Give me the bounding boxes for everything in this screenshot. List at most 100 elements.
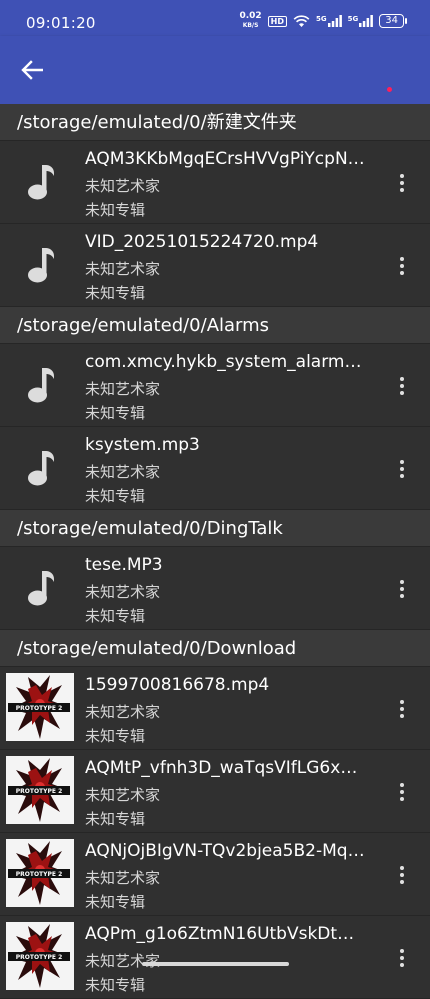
music-note-icon — [28, 368, 54, 403]
track-album: 未知专辑 — [85, 607, 146, 625]
track-album: 未知专辑 — [85, 810, 146, 828]
status-time: 09:01:20 — [26, 14, 96, 32]
dot-icon — [400, 587, 404, 591]
track-artist: 未知艺术家 — [85, 703, 161, 721]
track-thumbnail — [20, 567, 62, 609]
more-options-button[interactable] — [388, 857, 416, 893]
back-button[interactable] — [14, 50, 50, 90]
more-options-button[interactable] — [388, 165, 416, 201]
track-album: 未知专辑 — [85, 976, 146, 994]
track-row[interactable]: tese.MP3 未知艺术家未知专辑 — [0, 547, 430, 630]
track-artist: 未知艺术家 — [85, 583, 161, 601]
dot-icon — [400, 707, 404, 711]
track-row[interactable]: com.xmcy.hykb_system_alarm.mp3 未知艺术家 未知专辑 — [0, 344, 430, 427]
dot-icon — [400, 963, 404, 967]
file-list: /storage/emulated/0/新建文件夹 AQM3KKbMgqECrsH… — [0, 104, 430, 999]
dot-icon — [400, 714, 404, 718]
svg-text:PROTOTYPE 2: PROTOTYPE 2 — [16, 871, 63, 878]
dot-icon — [400, 880, 404, 884]
album-art-image: PROTOTYPE 2 — [6, 839, 74, 907]
track-artist: 未知艺术家 — [85, 380, 161, 398]
dot-icon — [400, 474, 404, 478]
dot-icon — [400, 391, 404, 395]
music-note-icon — [28, 165, 54, 200]
album-art-image: PROTOTYPE 2 — [6, 922, 74, 990]
track-artist: 未知艺术家 — [85, 177, 161, 195]
more-options-button[interactable] — [388, 248, 416, 284]
track-artist: 未知艺术家 — [85, 786, 161, 804]
track-row[interactable]: ksystem.mp3 未知艺术家未知专辑 — [0, 427, 430, 510]
more-options-button[interactable] — [388, 368, 416, 404]
track-thumbnail — [20, 364, 62, 406]
track-row[interactable]: PROTOTYPE 2 AQPm_g1o6ZtmN16UtbVskDtRqwN.m… — [0, 916, 430, 999]
more-options-button[interactable] — [388, 940, 416, 976]
track-title: tese.MP3 — [85, 555, 163, 575]
track-artist: 未知艺术家 — [85, 260, 161, 278]
track-row[interactable]: VID_20251015224720.mp4 未知艺术家未知专辑 — [0, 224, 430, 307]
track-row[interactable]: PROTOTYPE 2 1599700816678.mp4 未知艺术家 未知专辑 — [0, 667, 430, 750]
album-art-image: PROTOTYPE 2 — [6, 756, 74, 824]
track-thumbnail: PROTOTYPE 2 — [6, 756, 74, 824]
music-note-icon — [28, 248, 54, 283]
dot-icon — [400, 873, 404, 877]
track-album: 未知专辑 — [85, 284, 146, 302]
folder-header: /storage/emulated/0/DingTalk — [0, 510, 430, 547]
folder-header: /storage/emulated/0/Alarms — [0, 307, 430, 344]
battery-icon: 34 — [379, 14, 407, 28]
music-note-icon — [28, 451, 54, 486]
dot-icon — [400, 797, 404, 801]
track-artist: 未知艺术家 — [85, 952, 161, 970]
track-artist: 未知艺术家 — [85, 463, 161, 481]
svg-text:PROTOTYPE 2: PROTOTYPE 2 — [16, 954, 63, 961]
network-speed: 0.02 KB/S — [239, 11, 262, 30]
track-title: VID_20251015224720.mp4 — [85, 232, 319, 252]
dot-icon — [400, 257, 404, 261]
more-options-button[interactable] — [388, 571, 416, 607]
more-options-button[interactable] — [388, 774, 416, 810]
track-artist: 未知艺术家 — [85, 869, 161, 887]
track-album: 未知专辑 — [85, 201, 146, 219]
more-options-button[interactable] — [388, 451, 416, 487]
folder-header: /storage/emulated/0/新建文件夹 — [0, 104, 430, 141]
arrow-left-icon — [21, 60, 43, 80]
track-title: AQM3KKbMgqECrsHVVgPiYcpNKzQ — [85, 149, 365, 169]
dot-icon — [400, 174, 404, 178]
track-thumbnail — [20, 161, 62, 203]
track-thumbnail: PROTOTYPE 2 — [6, 922, 74, 990]
track-title: AQPm_g1o6ZtmN16UtbVskDtRqwN.mp4 — [85, 924, 365, 944]
dot-icon — [400, 264, 404, 268]
track-thumbnail — [20, 244, 62, 286]
dot-icon — [400, 956, 404, 960]
dot-icon — [400, 377, 404, 381]
wifi-icon — [293, 14, 310, 27]
svg-text:PROTOTYPE 2: PROTOTYPE 2 — [16, 788, 63, 795]
track-title: ksystem.mp3 — [85, 435, 200, 455]
music-note-icon — [28, 571, 54, 606]
track-row[interactable]: AQM3KKbMgqECrsHVVgPiYcpNKzQ 未知艺术家未知专辑 — [0, 141, 430, 224]
track-row[interactable]: PROTOTYPE 2 AQMtP_vfnh3D_waTqsVIfLG6xYz.m… — [0, 750, 430, 833]
folder-header: /storage/emulated/0/Download — [0, 630, 430, 667]
dot-icon — [400, 271, 404, 275]
dot-icon — [400, 594, 404, 598]
track-thumbnail: PROTOTYPE 2 — [6, 839, 74, 907]
dot-icon — [400, 384, 404, 388]
track-thumbnail — [20, 447, 62, 489]
hd-badge: HD — [267, 15, 288, 27]
dot-icon — [400, 181, 404, 185]
home-indicator[interactable] — [142, 962, 289, 966]
svg-text:PROTOTYPE 2: PROTOTYPE 2 — [16, 705, 63, 712]
more-options-button[interactable] — [388, 691, 416, 727]
track-title: AQMtP_vfnh3D_waTqsVIfLG6xYz.mp4 — [85, 758, 365, 778]
track-album: 未知专辑 — [85, 404, 146, 422]
dot-icon — [400, 949, 404, 953]
track-album: 未知专辑 — [85, 487, 146, 505]
dot-icon — [400, 188, 404, 192]
dot-icon — [400, 790, 404, 794]
dot-icon — [400, 460, 404, 464]
app-bar — [0, 36, 430, 104]
status-bar: 09:01:20 0.02 KB/S HD 5G 5G 34 — [0, 0, 430, 36]
signal-5g-icon-2: 5G — [348, 15, 374, 27]
track-row[interactable]: PROTOTYPE 2 AQNjOjBIgVN-TQv2bjea5B2-MqLr.… — [0, 833, 430, 916]
track-thumbnail: PROTOTYPE 2 — [6, 673, 74, 741]
dot-icon — [400, 866, 404, 870]
